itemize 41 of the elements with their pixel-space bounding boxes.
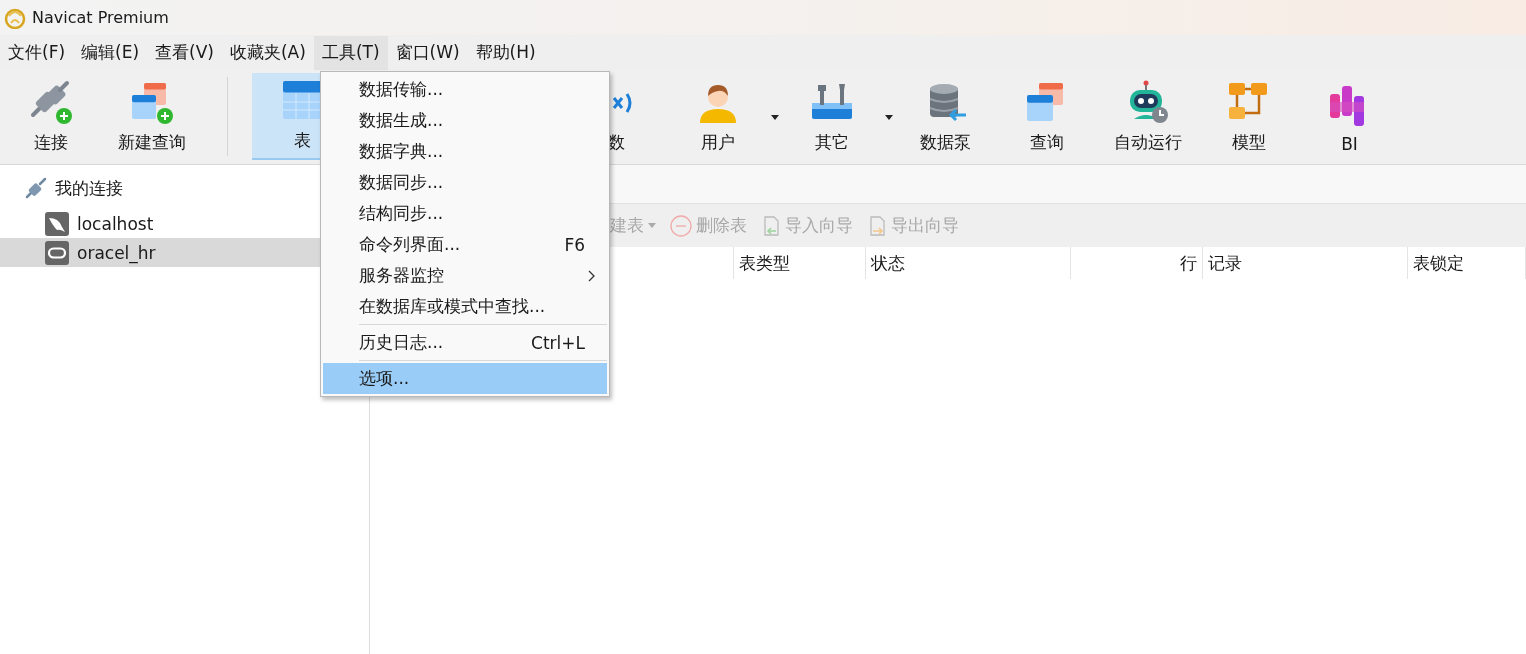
minus-circle-icon — [670, 214, 692, 237]
menu-item[interactable]: 编辑(E) — [73, 35, 148, 70]
logo-icon — [4, 6, 26, 29]
toolbar-button[interactable]: 新建查询 — [101, 73, 202, 160]
function-icon — [611, 93, 632, 113]
plug-icon — [25, 177, 47, 199]
toolbar-button[interactable]: 连接 — [0, 73, 101, 160]
toolbar-button[interactable]: 其它 — [781, 73, 895, 160]
toolbar-button[interactable]: 查询 — [996, 73, 1097, 160]
toolbar-button[interactable]: BI — [1299, 73, 1400, 160]
toolbar-button[interactable]: 用户 — [667, 73, 781, 160]
menu-item[interactable]: 窗口(W) — [387, 35, 468, 70]
shortcut-text: F6 — [564, 234, 585, 255]
import-icon — [761, 214, 781, 237]
menu-item[interactable]: 文件(F) — [0, 35, 74, 70]
column-header[interactable]: 表锁定 — [1408, 247, 1526, 279]
column-header[interactable]: 记录 — [1203, 247, 1408, 279]
menu-item[interactable]: 帮助(H) — [467, 35, 544, 70]
menu-entry[interactable]: 在数据库或模式中查找... — [323, 291, 607, 322]
toolbar-button[interactable]: 自动运行 — [1097, 73, 1198, 160]
column-header[interactable]: 行 — [1071, 247, 1203, 279]
column-header[interactable]: 状态 — [866, 247, 1071, 279]
chevron-right-icon — [588, 269, 595, 282]
toolbar-button[interactable]: 数据泵 — [895, 73, 996, 160]
oracle-icon — [45, 240, 69, 265]
menu-item[interactable]: 工具(T) — [313, 35, 388, 70]
export-icon — [867, 214, 887, 237]
menu-entry[interactable]: 选项... — [323, 363, 607, 394]
menu-entry[interactable]: 结构同步... — [323, 198, 607, 229]
menu-item[interactable]: 收藏夹(A) — [221, 35, 314, 70]
shortcut-text: Ctrl+L — [531, 332, 585, 353]
dolphin-icon — [45, 211, 69, 236]
window-title: Navicat Premium — [32, 8, 169, 27]
toolbar-button[interactable]: 模型 — [1198, 73, 1299, 160]
caret-icon — [771, 115, 779, 120]
menu-item[interactable]: 查看(V) — [147, 35, 222, 70]
menu-entry[interactable]: 数据同步... — [323, 167, 607, 198]
menu-entry[interactable]: 历史日志... Ctrl+L — [323, 327, 607, 358]
caret-icon — [885, 115, 893, 120]
caret-icon — [648, 223, 656, 228]
column-header[interactable]: 表类型 — [734, 247, 866, 279]
